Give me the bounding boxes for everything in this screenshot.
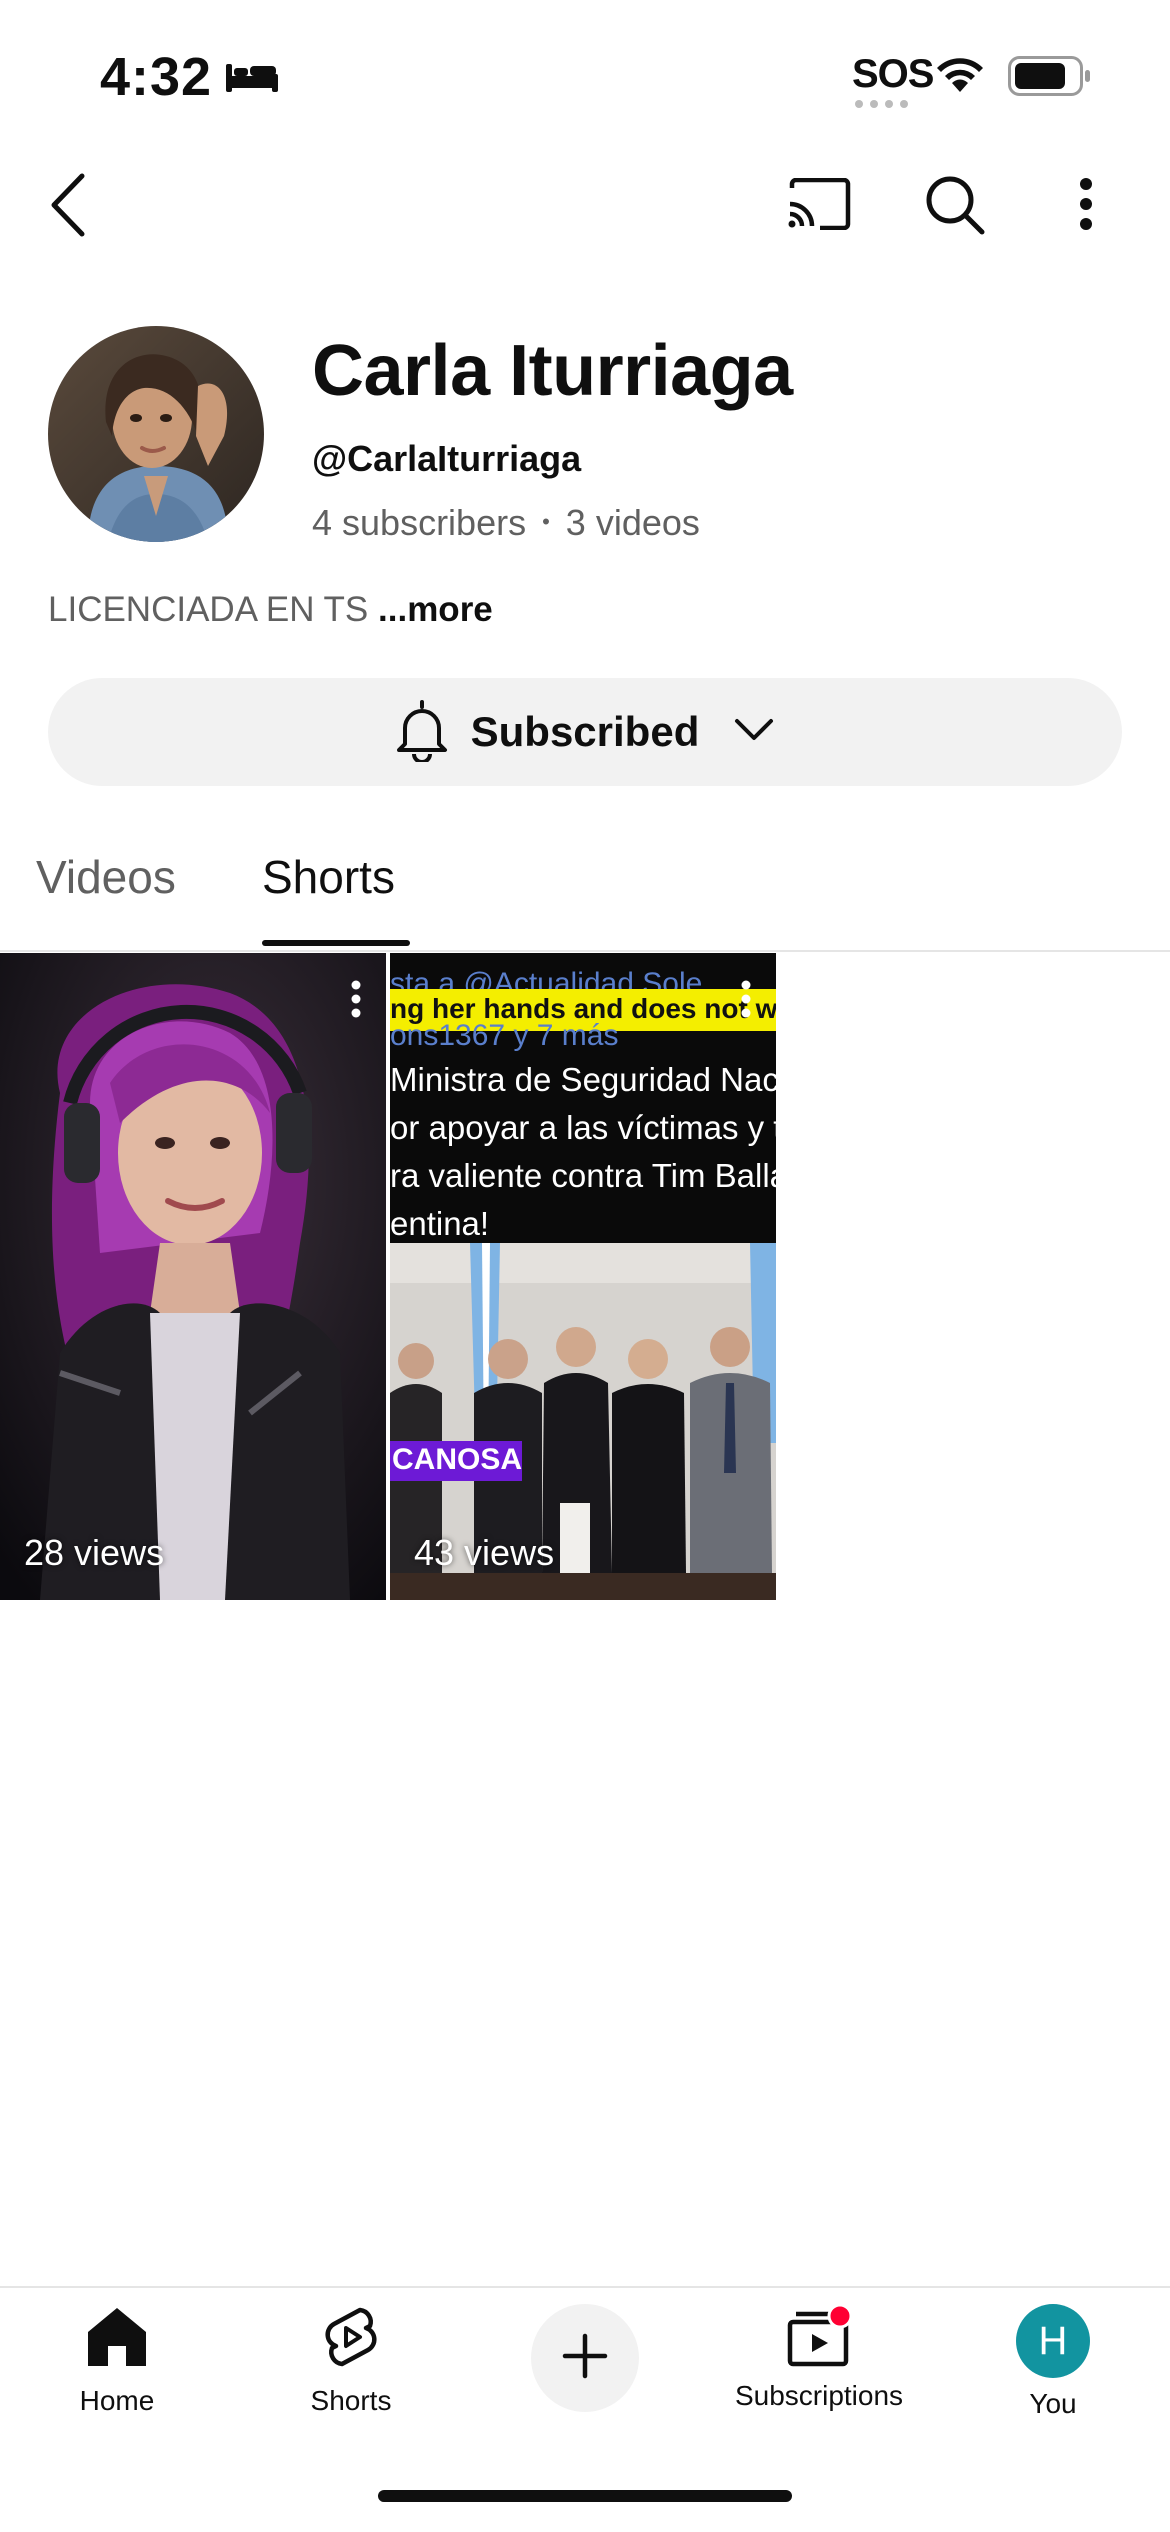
overlay-text-line: Ministra de Seguridad Nacio — [390, 1061, 776, 1098]
channel-name: Carla Iturriaga — [312, 331, 793, 411]
channel-avatar[interactable] — [48, 326, 264, 542]
sos-indicator: SOS — [852, 52, 934, 96]
tab-shorts[interactable]: Shorts — [262, 850, 395, 904]
nav-subscriptions[interactable]: Subscriptions — [702, 2296, 936, 2446]
bottom-nav-divider — [0, 2286, 1170, 2288]
short-card[interactable]: sta a @Actualidad Sole ng her hands and … — [390, 953, 776, 1600]
overlay-text-line: entina! — [390, 1205, 490, 1242]
short-more-vert-icon[interactable] — [740, 979, 752, 1024]
create-button[interactable] — [531, 2304, 639, 2412]
chevron-down-icon — [733, 717, 775, 748]
short-card[interactable]: 28 views — [0, 953, 386, 1600]
subscriptions-icon — [786, 2303, 853, 2370]
channel-handle: @CarlaIturriaga — [312, 438, 582, 479]
name-badge-text: CANOSA — [392, 1443, 523, 1476]
overlay-mention-text-2: ons1367 y 7 más — [390, 1019, 619, 1052]
short-views: 28 views — [24, 1532, 165, 1573]
short-views: 43 views — [414, 1532, 555, 1573]
wifi-icon — [934, 54, 986, 99]
tabs-divider — [0, 950, 1170, 952]
home-icon — [84, 2304, 150, 2375]
plus-icon — [561, 2332, 609, 2385]
bell-icon — [395, 698, 449, 767]
shorts-icon — [320, 2304, 382, 2375]
short-thumbnail — [0, 953, 386, 1600]
subscribed-label: Subscribed — [470, 708, 700, 755]
status-time: 4:32 — [100, 47, 213, 107]
bed-icon — [224, 60, 280, 99]
home-indicator[interactable] — [378, 2490, 792, 2502]
nav-you[interactable]: H You — [936, 2296, 1170, 2446]
nav-create[interactable] — [468, 2296, 702, 2446]
video-count: 3 videos — [565, 502, 700, 543]
tab-selected-indicator — [262, 940, 410, 946]
short-more-vert-icon[interactable] — [350, 979, 362, 1024]
channel-description[interactable]: LICENCIADA EN TS ...more — [48, 590, 493, 630]
more-vert-icon[interactable] — [1070, 176, 1102, 237]
search-icon[interactable] — [924, 174, 986, 241]
overlay-text-line: or apoyar a las víctimas y to — [390, 1109, 776, 1146]
nav-subscriptions-label: Subscriptions — [734, 2380, 904, 2411]
battery-icon — [1008, 56, 1092, 101]
nav-shorts-label: Shorts — [310, 2385, 392, 2416]
stats-separator: • — [542, 509, 550, 534]
signal-dots-icon — [854, 96, 914, 114]
back-chevron-icon[interactable] — [44, 170, 92, 245]
overlay-text-line: ra valiente contra Tim Balla — [390, 1157, 776, 1194]
nav-home-label: Home — [79, 2385, 155, 2416]
cast-icon[interactable] — [786, 177, 852, 235]
channel-stats: 4 subscribers • 3 videos — [312, 502, 700, 544]
subscriber-count: 4 subscribers — [312, 502, 527, 543]
nav-you-label: You — [1029, 2388, 1077, 2419]
nav-shorts[interactable]: Shorts — [234, 2296, 468, 2446]
nav-home[interactable]: Home — [0, 2296, 234, 2446]
account-avatar: H — [1016, 2304, 1090, 2378]
description-more-link[interactable]: ...more — [378, 590, 493, 629]
subscribed-button[interactable]: Subscribed — [48, 678, 1122, 786]
description-text: LICENCIADA EN TS — [48, 590, 369, 629]
tab-videos[interactable]: Videos — [36, 850, 176, 904]
